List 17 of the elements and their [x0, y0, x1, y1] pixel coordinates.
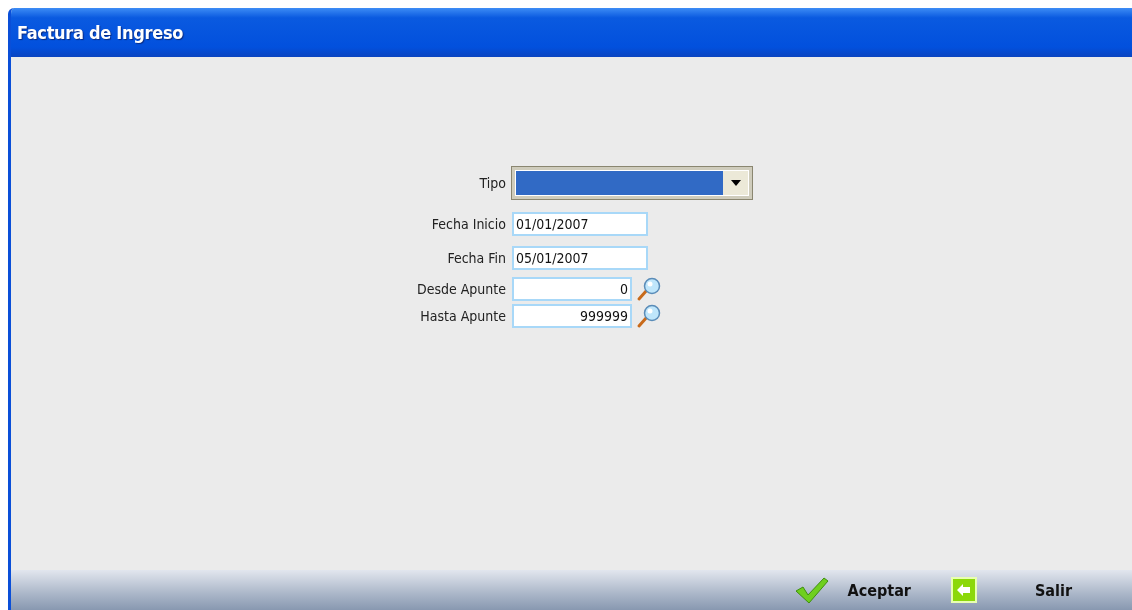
- search-icon[interactable]: [635, 302, 663, 329]
- dropdown-arrow-icon[interactable]: [730, 180, 741, 186]
- window-title: Factura de Ingreso: [17, 22, 184, 43]
- accept-button[interactable]: Aceptar: [793, 576, 911, 604]
- date-field[interactable]: 01/01/2007: [512, 212, 648, 236]
- number-field[interactable]: 0: [512, 276, 632, 301]
- field-label: Hasta Apunte: [419, 307, 507, 324]
- exit-button[interactable]: Salir: [950, 577, 1072, 603]
- field-label: Tipo: [478, 175, 507, 191]
- field-label: Desde Apunte: [415, 280, 507, 297]
- number-field[interactable]: 999999: [512, 303, 632, 328]
- field-label: Fecha Inicio: [430, 216, 507, 232]
- date-field[interactable]: 05/01/2007: [512, 246, 648, 270]
- checkmark-icon: [793, 576, 830, 604]
- type-dropdown[interactable]: [512, 167, 752, 199]
- field-label: Fecha Fin: [446, 250, 507, 266]
- search-icon[interactable]: [635, 275, 663, 302]
